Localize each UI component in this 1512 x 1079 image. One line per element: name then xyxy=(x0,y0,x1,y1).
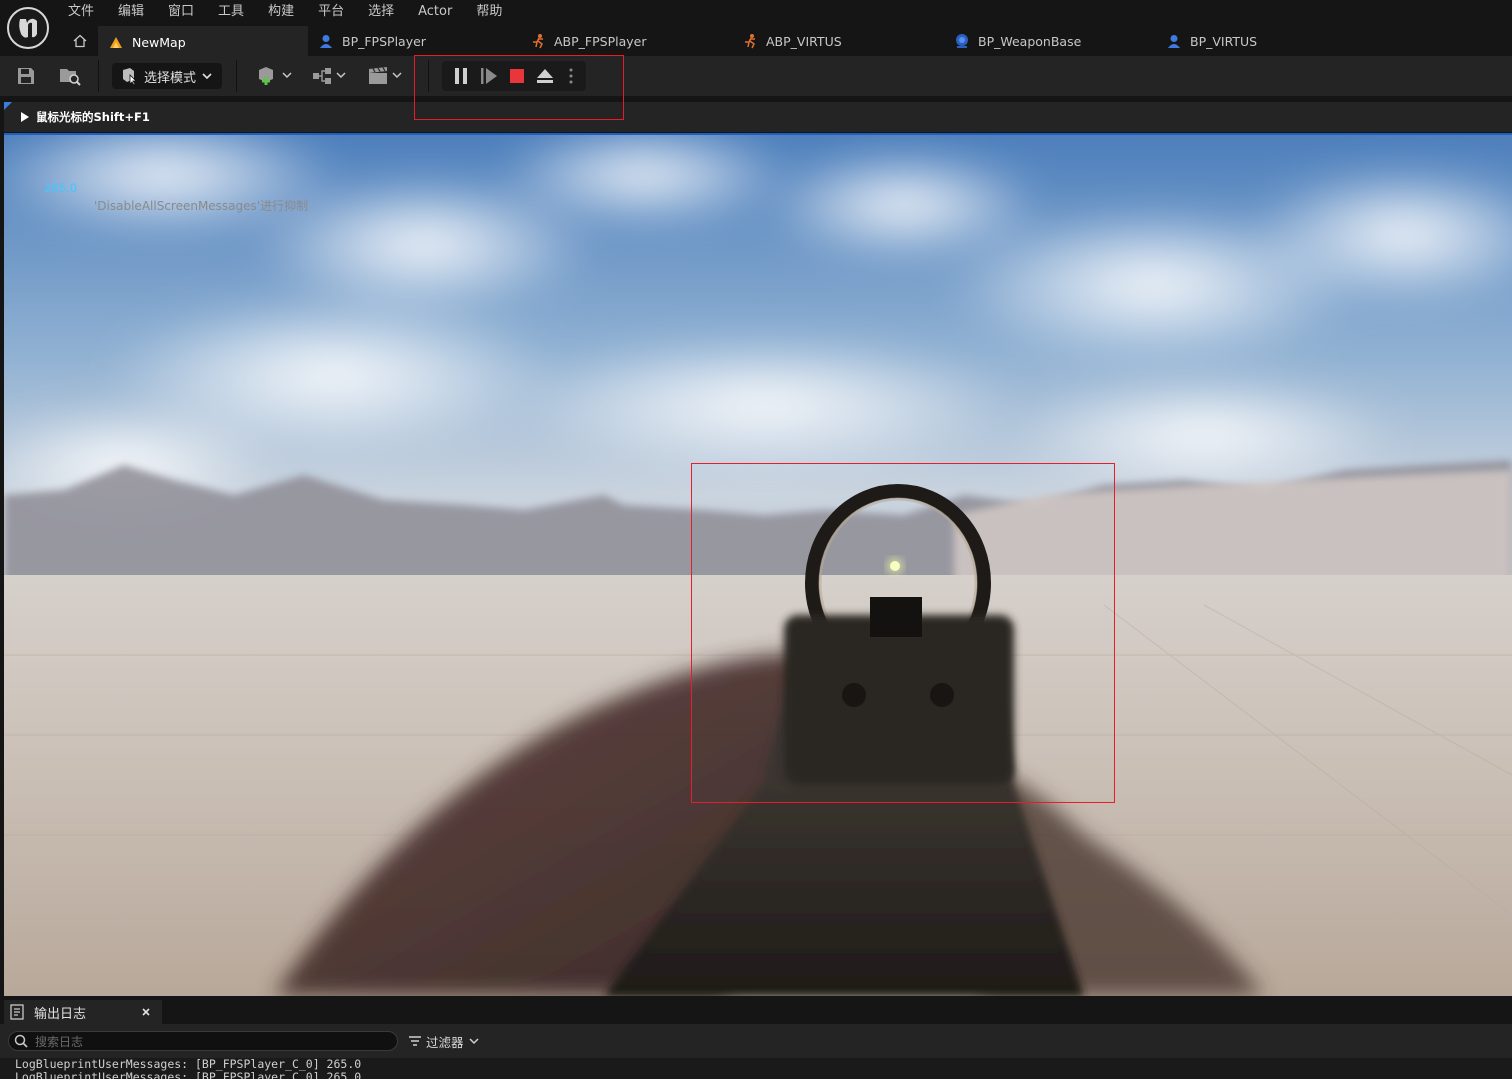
game-viewport[interactable]: 265.0 'DisableAllScreenMessages'进行抑制 xyxy=(4,133,1512,996)
viewport-header: 鼠标光标的Shift+F1 xyxy=(4,102,1512,132)
level-map-icon xyxy=(110,37,122,48)
log-document-icon xyxy=(10,1004,24,1020)
expand-arrow-icon[interactable] xyxy=(20,111,30,123)
save-icon xyxy=(18,68,34,84)
tab-bp-virtus[interactable]: BP_VIRTUS xyxy=(1166,26,1257,56)
level-toolbar: 选择模式 xyxy=(0,56,1512,96)
menu-file[interactable]: 文件 xyxy=(56,0,106,24)
stop-icon xyxy=(510,69,524,83)
output-log-panel: 输出日志 过滤器 LogBlueprintUserMessages: [BP_F… xyxy=(0,996,1512,1079)
select-mode-icon xyxy=(123,68,137,85)
tab-output-log[interactable]: 输出日志 xyxy=(4,1000,162,1024)
chevron-down-icon xyxy=(202,73,212,80)
toolbar-divider xyxy=(236,60,237,92)
save-button[interactable] xyxy=(14,63,38,89)
tab-label: BP_WeaponBase xyxy=(978,33,1082,49)
stop-button[interactable] xyxy=(506,63,528,89)
log-lines: LogBlueprintUserMessages: [BP_FPSPlayer_… xyxy=(0,1058,1512,1079)
tab-abp-virtus[interactable]: ABP_VIRTUS xyxy=(742,26,842,56)
blueprint-pawn-icon xyxy=(1168,35,1180,48)
menu-window[interactable]: 窗口 xyxy=(156,0,206,24)
add-actor-button[interactable] xyxy=(254,63,294,89)
eject-button[interactable] xyxy=(534,63,556,89)
menu-help[interactable]: 帮助 xyxy=(464,0,514,24)
menu-tools[interactable]: 工具 xyxy=(206,0,256,24)
close-icon[interactable] xyxy=(141,1007,151,1017)
log-search-input[interactable] xyxy=(33,1032,387,1052)
add-actor-icon xyxy=(259,67,292,85)
folder-search-icon xyxy=(60,69,81,86)
blueprints-button[interactable] xyxy=(310,63,350,89)
tab-abp-fpsplayer[interactable]: ABP_FPSPlayer xyxy=(530,26,646,56)
step-frame-button[interactable] xyxy=(478,63,500,89)
menu-build[interactable]: 构建 xyxy=(256,0,306,24)
clapperboard-icon xyxy=(369,67,402,84)
unreal-logo-icon[interactable] xyxy=(6,6,50,50)
blueprint-pawn-icon xyxy=(320,35,332,48)
cinematics-button[interactable] xyxy=(366,63,406,89)
toolbar-divider xyxy=(428,60,429,92)
more-options-icon xyxy=(569,68,573,84)
home-icon xyxy=(73,34,87,48)
tab-bp-fpsplayer[interactable]: BP_FPSPlayer xyxy=(318,26,426,56)
more-options-button[interactable] xyxy=(562,63,580,89)
menu-actor[interactable]: Actor xyxy=(406,0,464,24)
game-scene xyxy=(4,135,1512,996)
mouse-release-hint: 鼠标光标的Shift+F1 xyxy=(36,110,150,124)
browse-content-button[interactable] xyxy=(56,63,84,89)
tab-newmap[interactable]: NewMap xyxy=(98,26,308,56)
menu-platform[interactable]: 平台 xyxy=(306,0,356,24)
on-screen-suppress-note: 'DisableAllScreenMessages'进行抑制 xyxy=(94,199,309,213)
pause-button[interactable] xyxy=(450,63,472,89)
viewport-corner-icon xyxy=(4,102,12,110)
log-search-box[interactable] xyxy=(8,1031,398,1052)
home-button[interactable] xyxy=(62,26,98,56)
tab-label: ABP_VIRTUS xyxy=(766,33,842,49)
log-line: LogBlueprintUserMessages: [BP_FPSPlayer_… xyxy=(15,1070,362,1079)
menu-edit[interactable]: 编辑 xyxy=(106,0,156,24)
tab-label: ABP_FPSPlayer xyxy=(554,33,647,49)
blueprint-nodes-icon xyxy=(313,68,346,84)
blueprint-actor-icon xyxy=(956,34,968,48)
filter-icon xyxy=(409,1036,421,1046)
selection-mode-dropdown[interactable]: 选择模式 xyxy=(112,63,222,89)
tab-label: NewMap xyxy=(132,34,186,50)
chevron-down-icon xyxy=(468,1038,479,1045)
menu-select[interactable]: 选择 xyxy=(356,0,406,24)
tab-bp-weaponbase[interactable]: BP_WeaponBase xyxy=(954,26,1081,56)
document-tabs: NewMap BP_FPSPlayer ABP_FPSPlayer ABP_VI… xyxy=(62,26,1512,56)
search-icon xyxy=(14,1034,28,1048)
anim-blueprint-icon xyxy=(745,34,755,49)
play-controls xyxy=(442,61,586,91)
on-screen-debug-message: 265.0 xyxy=(44,181,77,195)
toolbar-divider xyxy=(98,60,99,92)
output-log-tab-label: 输出日志 xyxy=(34,1006,87,1022)
filter-label: 过滤器 xyxy=(426,1034,464,1050)
pause-icon xyxy=(455,68,467,84)
main-menu: 文件 编辑 窗口 工具 构建 平台 选择 Actor 帮助 xyxy=(56,0,514,24)
anim-blueprint-icon xyxy=(533,34,543,49)
selection-mode-label: 选择模式 xyxy=(144,70,197,86)
filter-dropdown[interactable]: 过滤器 xyxy=(408,1031,480,1051)
output-log-body: 过滤器 LogBlueprintUserMessages: [BP_FPSPla… xyxy=(0,1024,1512,1079)
eject-icon xyxy=(537,69,553,83)
tab-label: BP_FPSPlayer xyxy=(342,33,426,49)
tab-label: BP_VIRTUS xyxy=(1190,33,1258,49)
title-bar: 文件 编辑 窗口 工具 构建 平台 选择 Actor 帮助 NewMap BP_… xyxy=(0,0,1512,56)
step-frame-icon xyxy=(481,68,497,84)
